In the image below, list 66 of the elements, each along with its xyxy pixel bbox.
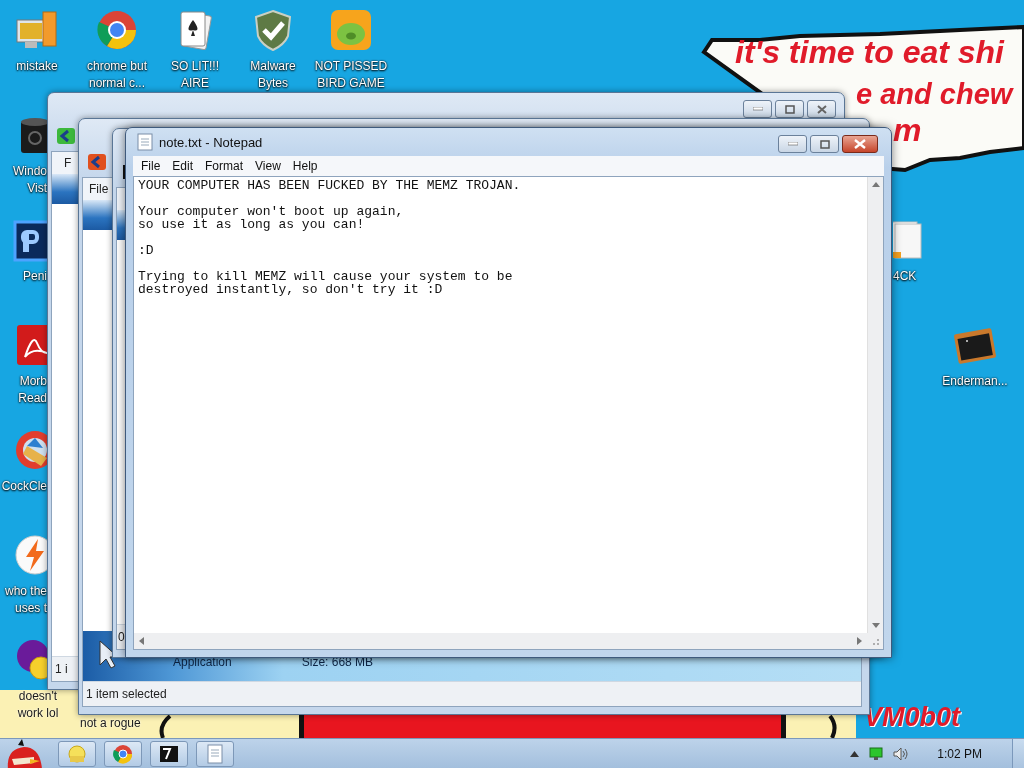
network-icon[interactable] [869,747,884,760]
vertical-scrollbar[interactable] [867,177,883,633]
wallpaper-signature: VM0b0t [864,702,961,733]
icon-label[interactable]: Enderman... [942,373,1008,390]
status-text: 0 [118,630,125,644]
volume-icon[interactable] [893,746,910,761]
notepad-icon [137,133,153,151]
maximize-button[interactable] [775,100,804,118]
clock[interactable]: 1:02 PM [937,746,982,761]
close-icon [816,104,827,114]
icon-label[interactable]: Morb Read [18,373,47,407]
lightning-icon[interactable] [13,533,47,577]
menu-item[interactable]: Format [199,159,250,173]
wallpaper-text: m [893,112,922,148]
icon-label[interactable]: CockCle [1,478,47,495]
icon-label[interactable]: NOT PISSED BIRD GAME [314,58,388,92]
menu-item[interactable]: Edit [166,159,200,173]
status-text: 1 i [55,662,68,676]
icon-label[interactable]: Peni [22,268,47,285]
notepad-icon [204,743,226,764]
minimize-icon [752,107,763,111]
minimize-button[interactable] [743,100,772,118]
menu-item[interactable]: File [89,182,109,196]
note-text: Your computer won't boot up again, so use it as long as you can! [138,205,405,231]
scroll-down-icon[interactable] [871,623,880,628]
horizontal-scrollbar[interactable] [134,633,867,649]
close-button[interactable] [807,100,836,118]
show-desktop-button[interactable] [1012,738,1024,768]
icon-label[interactable]: Windo Vist [13,163,47,197]
taskbar-button[interactable] [150,740,188,767]
scroll-up-icon[interactable] [871,182,880,187]
icon-label: not a rogue [80,716,141,730]
note-text: Trying to kill MEMZ will cause your system to be destroyed instantly, so don't try it :D [138,270,514,296]
note-text: YOUR COMPUTER HAS BEEN FUCKED BY THE MEMZ TROJAN. [138,179,522,192]
maximize-icon [784,104,795,114]
minimize-button[interactable] [778,135,807,153]
close-icon [854,139,866,149]
note-text: :D [138,244,155,257]
minimize-icon [787,142,798,146]
maximize-icon [819,139,830,149]
browser-icon [112,743,134,764]
archive-icon [158,743,180,764]
status-text: 1 item selected [86,687,167,701]
icon-label[interactable]: doesn't work lol [17,688,59,722]
square-logo-icon[interactable] [13,218,47,262]
icon-label[interactable]: who the uses t [4,583,47,617]
window-title: note.txt - Notepad [159,134,263,150]
close-button[interactable] [842,135,878,153]
wallpaper-text: e and chew [856,77,1013,112]
scroll-left-icon[interactable] [139,637,144,645]
scroll-right-icon[interactable] [857,637,862,645]
wallpaper-text: it's time to eat shi [735,34,1004,70]
maximize-button[interactable] [810,135,839,153]
icon-label[interactable]: chrome but normal c... [87,58,147,92]
file-type: Application [173,655,232,669]
icon-label[interactable]: SO LIT!!! AIRE [171,58,219,92]
menu-item[interactable]: F [64,156,72,170]
menu-item[interactable]: Help [286,159,324,173]
icon-label[interactable]: mistake [16,58,58,75]
icon-label[interactable]: Malware Bytes [250,58,296,92]
browser-icon[interactable] [95,8,139,52]
icon-label[interactable]: 4CK [893,268,917,285]
menu-item[interactable]: View [249,159,287,173]
menu-item[interactable]: File [135,159,167,173]
folder-icon [66,743,88,764]
tray-expand-icon[interactable] [850,750,860,757]
